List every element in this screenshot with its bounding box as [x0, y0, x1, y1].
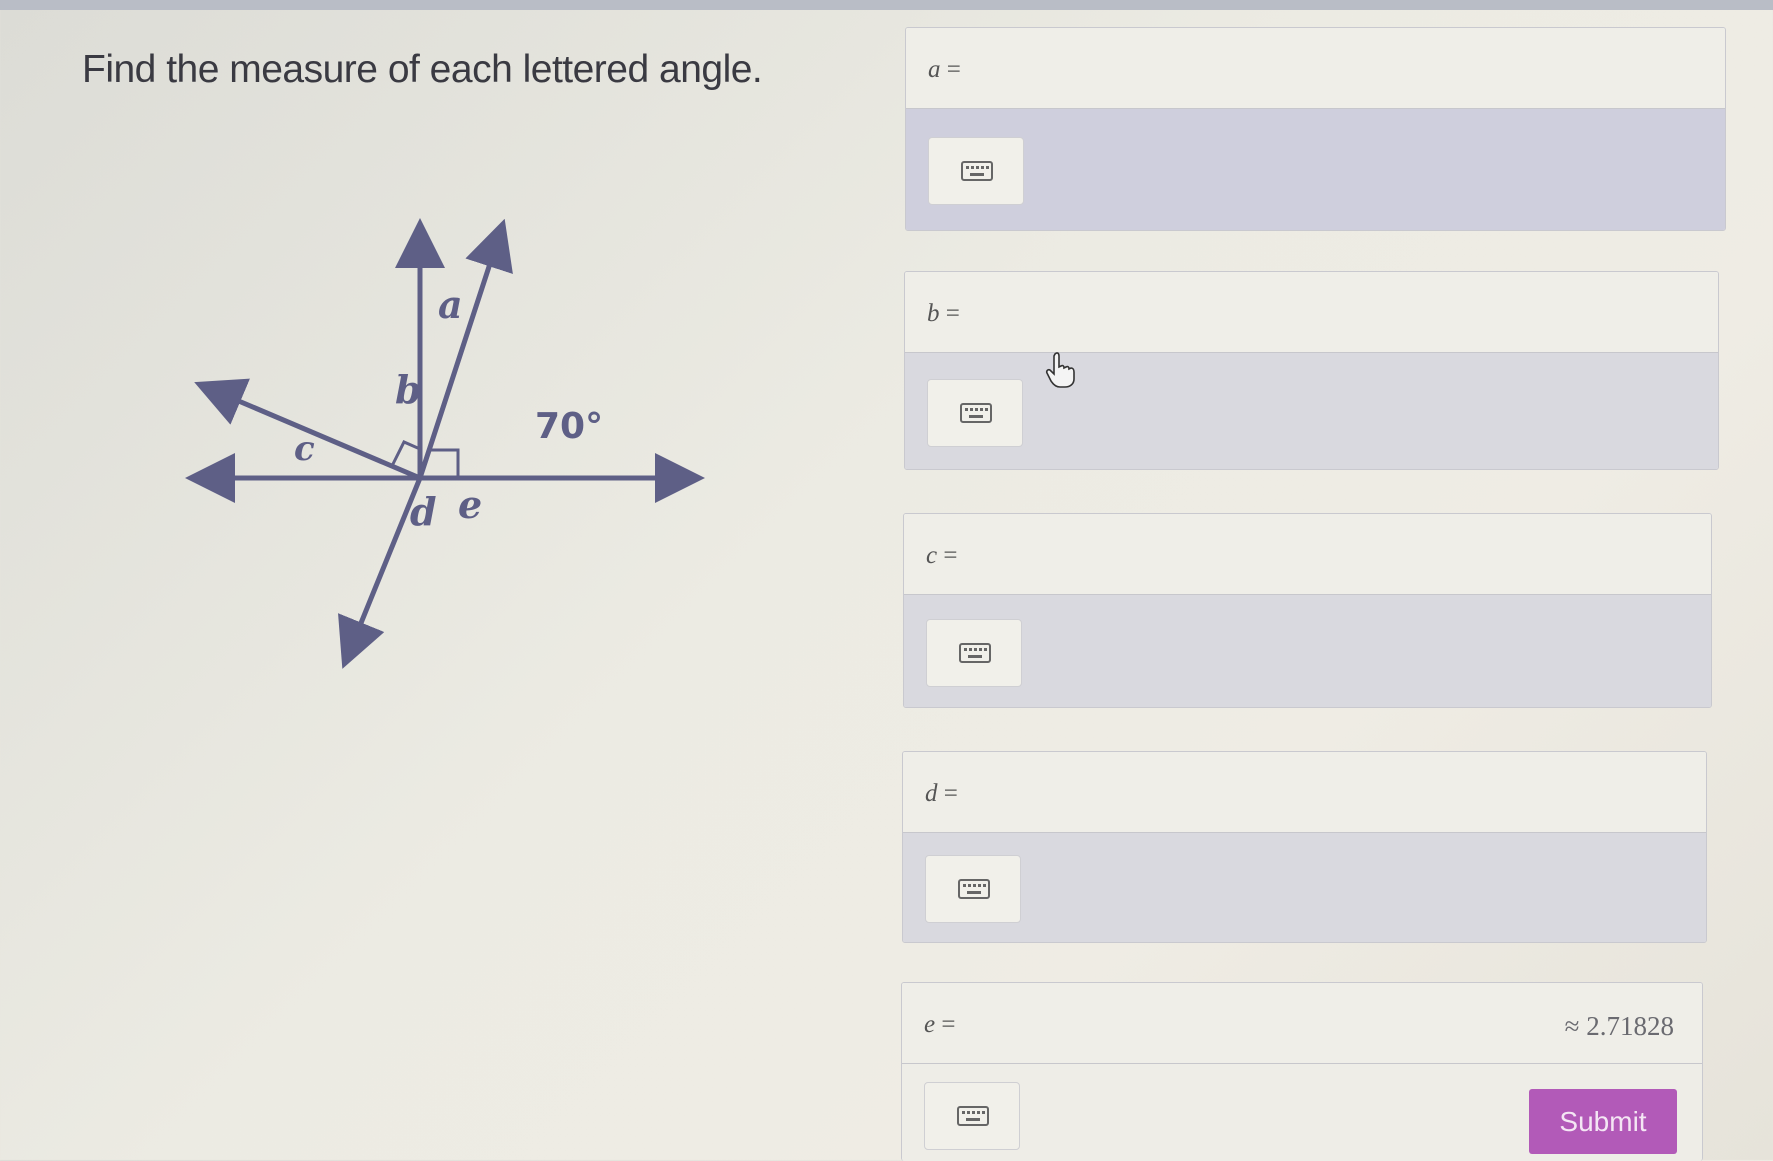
answer-label-e: e = — [924, 1011, 956, 1038]
angle-figure: a b c d e 70° — [185, 218, 705, 669]
keyboard-icon — [958, 879, 990, 899]
submit-button[interactable]: Submit — [1529, 1089, 1677, 1154]
answer-label-a: a = — [928, 56, 961, 83]
slanted-ray-up — [417, 218, 513, 479]
keyboard-panel-b — [905, 353, 1718, 469]
right-angle-mark-right — [430, 448, 460, 478]
keyboard-button-b[interactable] — [927, 379, 1023, 447]
answer-input-a[interactable]: a = — [906, 28, 1725, 109]
answer-input-b[interactable]: b = — [905, 272, 1718, 353]
answer-label-b: b = — [927, 300, 960, 327]
answer-input-d[interactable]: d = — [903, 752, 1706, 833]
right-angle-mark-left — [390, 440, 421, 467]
keyboard-icon — [960, 403, 992, 423]
answer-input-c[interactable]: c = — [904, 514, 1711, 595]
angle-label-c: c — [294, 429, 315, 469]
top-bar — [0, 0, 1773, 10]
keyboard-button-e[interactable] — [924, 1082, 1020, 1150]
angle-label-a: a — [438, 282, 463, 327]
answer-input-e[interactable]: e = ≈ 2.71828 — [902, 983, 1702, 1064]
angle-label-d: d — [410, 489, 437, 534]
answer-box-c: c = — [903, 513, 1712, 708]
answer-box-a: a = — [905, 27, 1726, 231]
keyboard-panel-c — [904, 595, 1711, 707]
given-angle-label: 70° — [535, 406, 603, 447]
keyboard-button-d[interactable] — [925, 855, 1021, 923]
answer-label-c: c = — [926, 542, 958, 569]
keyboard-icon — [957, 1106, 989, 1126]
euler-constant-hint: ≈ 2.71828 — [1564, 1011, 1674, 1041]
keyboard-panel-a — [906, 109, 1725, 230]
angle-label-e: e — [458, 482, 482, 527]
keyboard-button-a[interactable] — [928, 137, 1024, 205]
keyboard-button-c[interactable] — [926, 619, 1022, 687]
question-prompt: Find the measure of each lettered angle. — [82, 48, 763, 91]
answer-box-d: d = — [902, 751, 1707, 943]
keyboard-icon — [959, 643, 991, 663]
hand-pointer-icon — [1045, 352, 1075, 388]
angle-label-b: b — [395, 367, 422, 412]
answer-box-b: b = — [904, 271, 1719, 470]
keyboard-panel-d — [903, 833, 1706, 942]
answer-label-d: d = — [925, 780, 958, 807]
keyboard-icon — [961, 161, 993, 181]
